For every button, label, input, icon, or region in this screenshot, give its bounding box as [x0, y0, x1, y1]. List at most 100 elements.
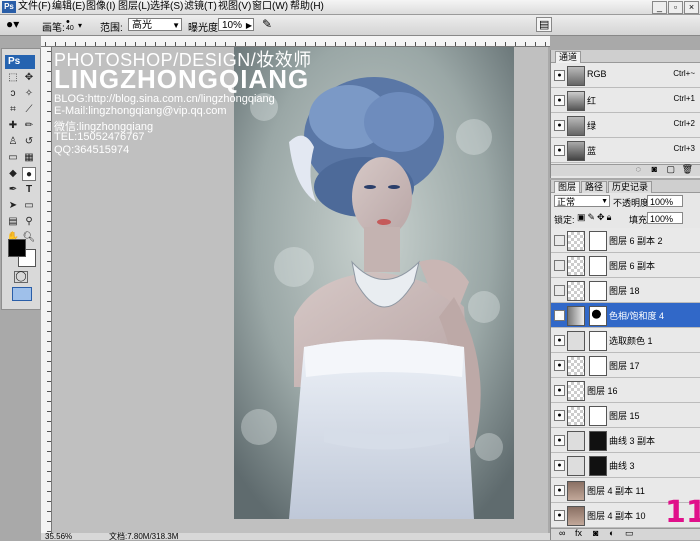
eye-icon[interactable]: ●	[554, 510, 565, 521]
move-tool-icon[interactable]: ✥	[22, 71, 36, 85]
type-tool-icon[interactable]: T	[22, 183, 36, 197]
eye-icon[interactable]: ●	[554, 360, 565, 371]
menu-filter[interactable]: 滤镜(T)	[184, 0, 217, 14]
fill-field[interactable]: 100%	[647, 212, 683, 224]
menu-edit[interactable]: 编辑(E)	[52, 0, 85, 14]
eraser-tool-icon[interactable]: ▭	[6, 151, 20, 165]
eye-icon[interactable]: ●	[554, 335, 565, 346]
ruler-tick	[335, 42, 336, 46]
dodge-tool-icon[interactable]: ●▾	[6, 17, 19, 31]
menu-window[interactable]: 窗口(W)	[252, 0, 288, 14]
photoshop-icon: Ps	[2, 1, 16, 13]
lasso-tool-icon[interactable]: ↄ	[6, 87, 20, 101]
menu-layer[interactable]: 图层(L)	[118, 0, 150, 14]
visibility-toggle[interactable]	[554, 285, 565, 296]
adjustment-layer-icon[interactable]: ◐	[609, 528, 614, 538]
fx-icon[interactable]: fx	[575, 528, 582, 538]
healing-brush-icon[interactable]: ✚	[6, 119, 20, 133]
opacity-field[interactable]: 100%	[647, 195, 683, 207]
lock-icons[interactable]: ▣✎✥🔒︎	[577, 212, 613, 223]
link-icon[interactable]: ∞	[559, 528, 565, 538]
channel-row[interactable]: ● 红 Ctrl+1	[551, 88, 700, 113]
tab-layers[interactable]: 图层	[554, 181, 581, 193]
close-icon[interactable]: ×	[684, 1, 699, 14]
menu-select[interactable]: 选择(S)	[150, 0, 183, 14]
eye-icon[interactable]: ●	[554, 410, 565, 421]
path-select-icon[interactable]: ➤	[6, 199, 20, 213]
blend-mode-select[interactable]: 正常 ▼	[554, 195, 610, 207]
restore-icon[interactable]: ▫	[668, 1, 683, 14]
menu-view[interactable]: 视图(V)	[218, 0, 251, 14]
menu-file[interactable]: 文件(F)	[18, 0, 51, 14]
eye-icon[interactable]: ●	[554, 95, 565, 106]
layer-row-selected[interactable]: ● 色相/饱和度 4	[551, 303, 700, 328]
channel-thumbnail	[567, 116, 585, 136]
history-brush-icon[interactable]: ↺	[22, 135, 36, 149]
ruler-tick	[395, 42, 396, 46]
layer-row[interactable]: 图层 6 副本	[551, 253, 700, 278]
eye-icon[interactable]: ●	[554, 70, 565, 81]
channel-row[interactable]: ● 蓝 Ctrl+3	[551, 138, 700, 163]
range-select[interactable]: 高光 ▼	[128, 18, 182, 31]
layer-name: 选取颜色 1	[609, 336, 653, 346]
minimize-icon[interactable]: _	[652, 1, 667, 14]
visibility-toggle[interactable]	[554, 235, 565, 246]
marquee-tool-icon[interactable]: ⬚	[6, 71, 20, 85]
tab-history[interactable]: 历史记录	[608, 181, 653, 193]
clone-stamp-icon[interactable]: ♙	[6, 135, 20, 149]
save-selection-icon[interactable]: ◙	[652, 164, 657, 174]
eye-icon[interactable]: ●	[554, 460, 565, 471]
dodge-tool-icon[interactable]: ●	[22, 167, 36, 181]
brush-tool-icon[interactable]: ✏	[22, 119, 36, 133]
ruler-tick	[47, 301, 51, 302]
eye-icon[interactable]: ●	[554, 385, 565, 396]
channel-row[interactable]: ● RGB Ctrl+~	[551, 63, 700, 88]
load-selection-icon[interactable]: ◌	[636, 164, 641, 174]
layer-row[interactable]: ● 图层 15	[551, 403, 700, 428]
visibility-toggle[interactable]	[554, 260, 565, 271]
tab-channels[interactable]: 通道	[555, 51, 582, 63]
ruler-tick	[47, 91, 51, 92]
group-icon[interactable]: ▭	[625, 528, 634, 539]
pen-tool-icon[interactable]: ✒	[6, 183, 20, 197]
layer-row[interactable]: 图层 18	[551, 278, 700, 303]
ruler-tick	[455, 42, 456, 46]
layer-row[interactable]: 图层 6 副本 2	[551, 228, 700, 253]
blur-tool-icon[interactable]: ◆	[6, 167, 20, 181]
layer-row[interactable]: ● 曲线 3	[551, 453, 700, 478]
notes-tool-icon[interactable]: ▤	[6, 215, 20, 229]
exposure-field[interactable]: 10% ▶	[218, 18, 254, 31]
new-channel-icon[interactable]: ▢	[666, 164, 675, 175]
layer-row[interactable]: ● 图层 16	[551, 378, 700, 403]
palette-well-icon[interactable]: ▤	[536, 17, 553, 32]
airbrush-icon[interactable]: ✎	[262, 17, 272, 31]
trash-icon[interactable]: 🗑︎	[682, 164, 693, 175]
layer-row[interactable]: ● 选取颜色 1	[551, 328, 700, 353]
channel-row[interactable]: ● 绿 Ctrl+2	[551, 113, 700, 138]
photo-canvas[interactable]	[234, 47, 514, 519]
menu-image[interactable]: 图像(I)	[86, 0, 115, 14]
magic-wand-icon[interactable]: ✧	[22, 87, 36, 101]
crop-tool-icon[interactable]: ⌗	[6, 103, 20, 117]
eyedropper-icon[interactable]: ⚲	[22, 215, 36, 229]
quick-mask-icon[interactable]: ◯	[14, 271, 28, 283]
eye-icon[interactable]: ●	[554, 120, 565, 131]
slice-tool-icon[interactable]: ⟋	[22, 103, 36, 117]
brush-dropdown-icon[interactable]: ▾	[78, 21, 82, 30]
ruler-tick	[47, 311, 51, 312]
shape-tool-icon[interactable]: ▭	[22, 199, 36, 213]
menu-help[interactable]: 帮助(H)	[290, 0, 324, 14]
layer-row[interactable]: ● 图层 17	[551, 353, 700, 378]
screen-mode-icon[interactable]	[12, 287, 32, 301]
eye-icon[interactable]: ●	[554, 485, 565, 496]
tab-paths[interactable]: 路径	[581, 181, 608, 193]
eye-icon[interactable]: ●	[554, 145, 565, 156]
eye-icon[interactable]: ●	[554, 310, 565, 321]
gradient-tool-icon[interactable]: ▦	[22, 151, 36, 165]
ruler-tick	[47, 421, 51, 422]
zoom-level[interactable]: 35.56%	[45, 533, 72, 541]
layer-row[interactable]: ● 曲线 3 副本	[551, 428, 700, 453]
eye-icon[interactable]: ●	[554, 435, 565, 446]
mask-icon[interactable]: ◙	[593, 528, 598, 538]
foreground-color-front[interactable]	[8, 239, 26, 257]
